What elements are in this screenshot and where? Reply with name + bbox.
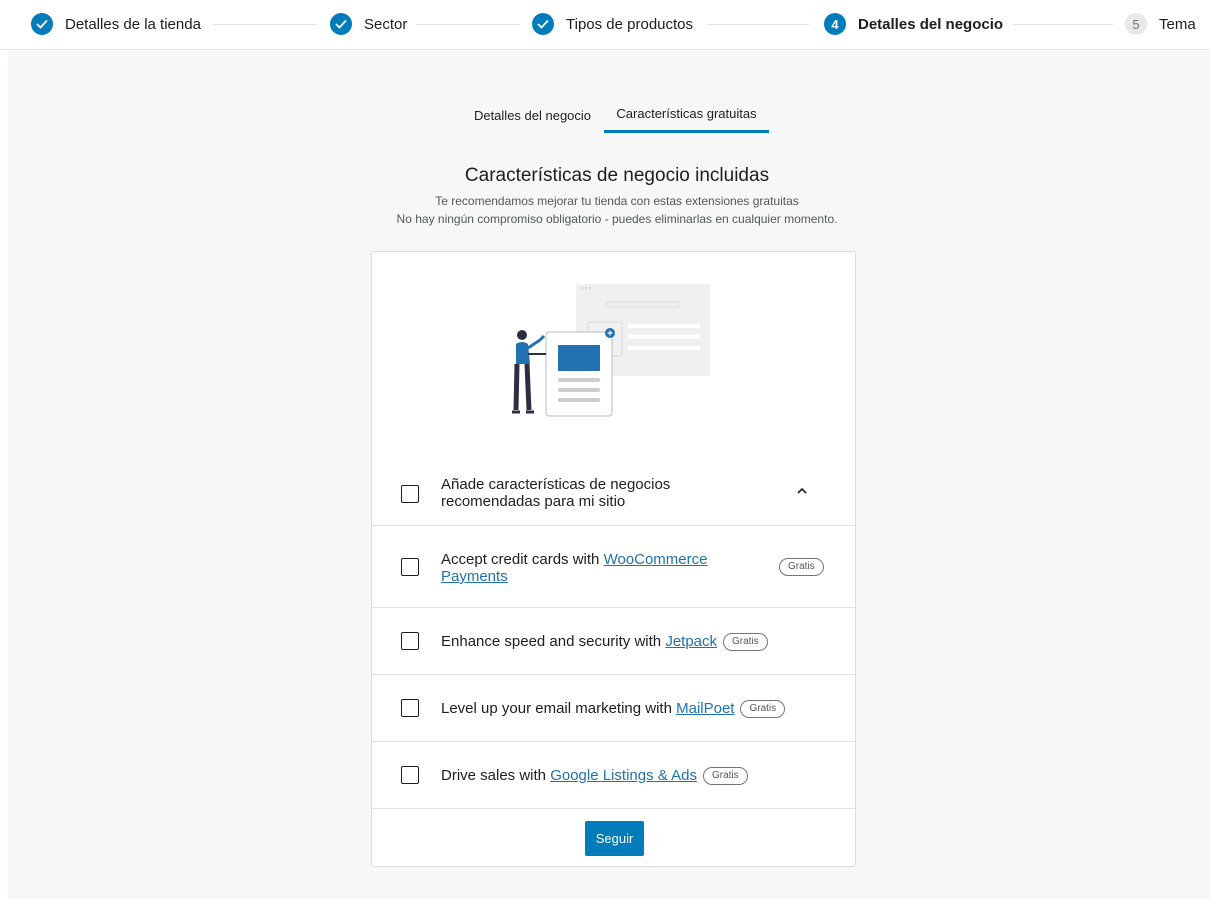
free-badge: Gratis	[779, 558, 824, 576]
select-all-checkbox[interactable]	[401, 485, 419, 503]
feature-description: Accept credit cards with	[441, 551, 604, 568]
step-product-types: Tipos de productos	[532, 12, 693, 36]
step-connector	[213, 24, 316, 25]
master-row-line-2: recomendadas para mi sitio	[441, 493, 626, 510]
step-label: Detalles de la tienda	[65, 15, 201, 33]
tab-bar: Detalles del negocio Características gra…	[8, 97, 1210, 137]
master-row-label: Añade características de negocios recome…	[441, 476, 670, 510]
step-number: 4	[824, 13, 846, 35]
tab-business-details[interactable]: Detalles del negocio	[460, 97, 605, 133]
step-label: Tipos de productos	[566, 15, 694, 33]
step-business-details: 4 Detalles del negocio	[824, 12, 1003, 36]
step-sector: Sector	[330, 12, 407, 36]
feature-row-text: Accept credit cards with WooCommerce Paym…	[441, 551, 741, 585]
page-title: Características de negocio incluidas	[464, 165, 770, 186]
business-features-illustration	[512, 284, 710, 417]
step-label: Detalles del negocio	[858, 15, 1004, 33]
step-store-details: Detalles de la tienda	[31, 12, 201, 36]
jetpack-checkbox[interactable]	[401, 632, 419, 650]
step-theme: 5 Tema	[1125, 12, 1196, 36]
tab-free-features[interactable]: Características gratuitas	[604, 97, 769, 133]
google-listings-checkbox[interactable]	[401, 766, 419, 784]
step-label: Tema	[1159, 15, 1196, 33]
woocommerce-payments-checkbox[interactable]	[401, 558, 419, 576]
feature-row-mailpoet: Level up your email marketing with MailP…	[372, 675, 855, 742]
free-badge: Gratis	[723, 633, 768, 651]
free-badge: Gratis	[740, 700, 786, 718]
checkmark-icon	[330, 13, 352, 35]
step-connector	[708, 24, 809, 25]
feature-row-woocommerce-payments: Accept credit cards with WooCommerce Paym…	[372, 526, 855, 608]
feature-row-text: Level up your email marketing with MailP…	[441, 700, 786, 718]
feature-row-text: Enhance speed and security with Jetpack G…	[441, 633, 768, 651]
step-connector	[416, 24, 520, 25]
jetpack-link[interactable]: Jetpack	[665, 633, 717, 650]
feature-description: Enhance speed and security with	[441, 633, 666, 650]
woocommerce-payments-link-cont[interactable]: Payments	[441, 568, 508, 585]
master-feature-row: Añade características de negocios recome…	[372, 462, 855, 526]
continue-button[interactable]: Seguir	[585, 821, 644, 856]
master-row-line-1: Añade características de negocios	[441, 476, 671, 493]
main-content: Detalles del negocio Características gra…	[8, 51, 1210, 899]
page-subtitle: Te recomendamos mejorar tu tienda con es…	[435, 194, 799, 208]
progress-stepper: Detalles de la tienda Sector Tipos de pr…	[0, 0, 1210, 50]
google-listings-link[interactable]: Google Listings & Ads	[550, 767, 697, 784]
free-badge: Gratis	[702, 767, 748, 785]
page-subtitle-2: No hay ningún compromiso obligatorio - p…	[396, 212, 838, 226]
step-connector	[1013, 24, 1113, 25]
step-label: Sector	[364, 15, 408, 33]
step-number: 5	[1125, 13, 1147, 35]
feature-description: Drive sales with	[441, 767, 551, 784]
checkmark-icon	[532, 13, 554, 35]
features-card: Añade características de negocios recome…	[371, 251, 856, 867]
feature-row-text: Drive sales with Google Listings & Ads Gr…	[441, 767, 748, 785]
chevron-up-icon[interactable]	[796, 484, 808, 499]
woocommerce-payments-link[interactable]: WooCommerce	[604, 551, 708, 568]
feature-row-google-listings: Drive sales with Google Listings & Ads Gr…	[372, 742, 855, 809]
feature-description: Level up your email marketing with	[441, 700, 677, 717]
mailpoet-checkbox[interactable]	[401, 699, 419, 717]
mailpoet-link[interactable]: MailPoet	[676, 700, 734, 717]
feature-row-jetpack: Enhance speed and security with Jetpack G…	[372, 608, 855, 675]
checkmark-icon	[31, 13, 53, 35]
